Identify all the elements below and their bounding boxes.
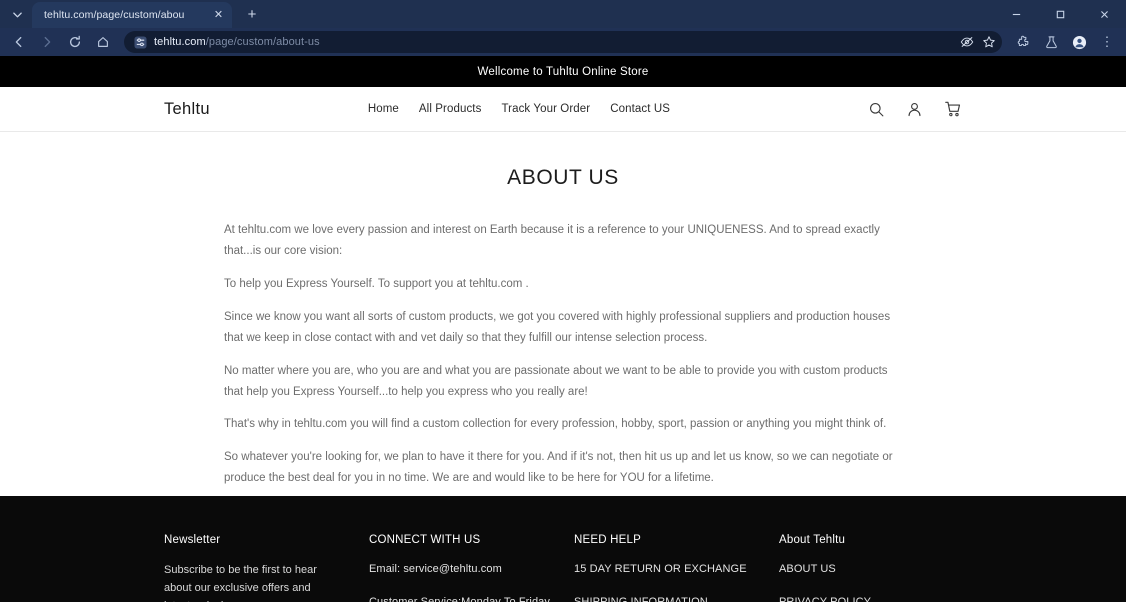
browser-menu-icon[interactable]: ⋮ xyxy=(1094,30,1120,54)
window-close-button[interactable] xyxy=(1082,0,1126,28)
window-minimize-button[interactable] xyxy=(994,0,1038,28)
tune-icon[interactable] xyxy=(133,35,147,49)
account-icon[interactable] xyxy=(906,101,923,118)
browser-tab[interactable]: tehltu.com/page/custom/abou ✕ xyxy=(32,2,232,28)
browser-toolbar: tehltu.com/page/custom/about-us ⋮ xyxy=(0,28,1126,56)
nav-link-all-products[interactable]: All Products xyxy=(419,103,482,115)
site-header: Tehltu Home All Products Track Your Orde… xyxy=(0,87,1126,132)
nav-link-track-your-order[interactable]: Track Your Order xyxy=(501,103,590,115)
about-paragraph-4: No matter where you are, who you are and… xyxy=(224,364,888,398)
nav-link-contact-us[interactable]: Contact US xyxy=(610,103,670,115)
footer-column-need-help: NEED HELP 15 DAY RETURN OR EXCHANGE SHIP… xyxy=(574,534,779,602)
forward-icon[interactable] xyxy=(34,30,60,54)
announcement-bar: Wellcome to Tuhltu Online Store xyxy=(0,56,1126,87)
newsletter-title: Newsletter xyxy=(164,534,221,546)
search-icon[interactable] xyxy=(868,101,885,118)
about-paragraph-2: To help you Express Yourself. To support… xyxy=(224,277,529,290)
address-bar-actions xyxy=(960,35,996,49)
site-footer: Newsletter Subscribe to be the first to … xyxy=(0,496,1126,602)
footer-link-about-us[interactable]: ABOUT US xyxy=(779,562,959,577)
about-paragraph-1: At tehltu.com we love every passion and … xyxy=(224,224,880,257)
profile-icon[interactable] xyxy=(1066,30,1092,54)
url-path: /page/custom/about-us xyxy=(205,36,320,48)
connect-title: CONNECT WITH US xyxy=(369,534,481,546)
connect-hours-line-1: Customer Service:Monday To Friday, 10:00 xyxy=(369,595,553,602)
cart-icon[interactable] xyxy=(944,100,962,118)
flask-icon[interactable] xyxy=(1038,30,1064,54)
tab-title: tehltu.com/page/custom/abou xyxy=(44,9,185,21)
footer-link-privacy-policy[interactable]: PRIVACY POLICY xyxy=(779,595,959,602)
toolbar-right-actions: ⋮ xyxy=(1010,30,1120,54)
footer-column-about: About Tehltu ABOUT US PRIVACY POLICY xyxy=(779,534,959,602)
main-navigation: Home All Products Track Your Order Conta… xyxy=(170,103,868,115)
new-tab-button[interactable]: + xyxy=(240,2,264,26)
connect-email: Email: service@tehltu.com xyxy=(369,563,502,575)
about-title: About Tehltu xyxy=(779,534,846,546)
footer-link-return-exchange[interactable]: 15 DAY RETURN OR EXCHANGE xyxy=(574,562,779,577)
about-paragraph-6: So whatever you're looking for, we plan … xyxy=(224,451,893,485)
footer-link-shipping-information[interactable]: SHIPPING INFORMATION xyxy=(574,595,779,602)
home-icon[interactable] xyxy=(90,30,116,54)
star-icon[interactable] xyxy=(982,35,996,49)
url-text: tehltu.com/page/custom/about-us xyxy=(154,36,320,48)
need-help-title: NEED HELP xyxy=(574,534,641,546)
tab-strip: tehltu.com/page/custom/abou ✕ + xyxy=(0,0,1126,28)
about-paragraph-5: That's why in tehltu.com you will find a… xyxy=(224,418,887,431)
browser-window: tehltu.com/page/custom/abou ✕ + tehltu.c… xyxy=(0,0,1126,602)
about-paragraph-3: Since we know you want all sorts of cust… xyxy=(224,310,891,344)
tab-search-icon[interactable] xyxy=(4,2,30,26)
page-title: ABOUT US xyxy=(507,166,619,189)
back-icon[interactable] xyxy=(6,30,32,54)
page-viewport: Wellcome to Tuhltu Online Store Tehltu H… xyxy=(0,56,1126,602)
page-content: ABOUT US At tehltu.com we love every pas… xyxy=(0,132,1126,522)
eye-off-icon[interactable] xyxy=(960,35,974,49)
footer-column-connect: CONNECT WITH US Email: service@tehltu.co… xyxy=(369,534,574,602)
newsletter-description: Subscribe to be the first to hear about … xyxy=(164,564,317,602)
url-domain: tehltu.com xyxy=(154,36,206,48)
tab-close-icon[interactable]: ✕ xyxy=(211,8,226,23)
header-icons xyxy=(868,100,962,118)
nav-link-home[interactable]: Home xyxy=(368,103,399,115)
window-controls xyxy=(994,0,1126,28)
extensions-icon[interactable] xyxy=(1010,30,1036,54)
footer-column-newsletter: Newsletter Subscribe to be the first to … xyxy=(164,534,369,602)
window-maximize-button[interactable] xyxy=(1038,0,1082,28)
address-bar[interactable]: tehltu.com/page/custom/about-us xyxy=(124,31,1002,53)
reload-icon[interactable] xyxy=(62,30,88,54)
